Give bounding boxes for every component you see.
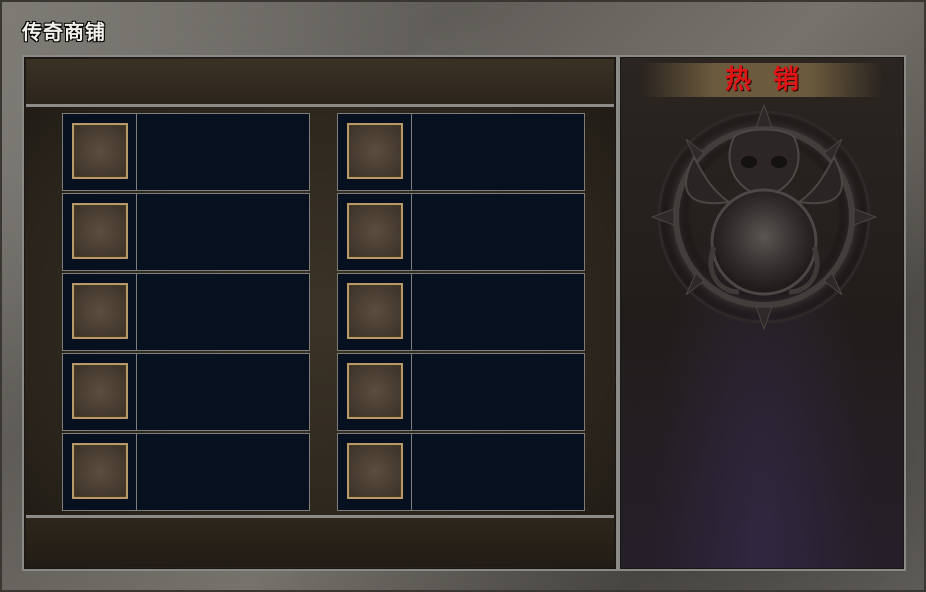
item-name xyxy=(412,114,584,190)
item-slot[interactable] xyxy=(72,363,128,419)
hot-sales-header: 热销 xyxy=(642,63,882,97)
item-icon-cell xyxy=(63,274,137,350)
item-name xyxy=(137,114,309,190)
item-icon-cell xyxy=(338,194,412,270)
shop-bottom-bar xyxy=(26,515,614,567)
hot-sales-title: 热销 xyxy=(724,65,821,95)
item-slot[interactable] xyxy=(347,283,403,339)
item-icon-cell xyxy=(338,434,412,510)
shop-item-row[interactable] xyxy=(337,433,585,511)
item-icon-cell xyxy=(338,354,412,430)
shop-items-panel xyxy=(22,55,618,571)
item-slot[interactable] xyxy=(72,283,128,339)
shop-item-row[interactable] xyxy=(62,273,310,351)
item-slot[interactable] xyxy=(347,123,403,179)
item-slot[interactable] xyxy=(347,363,403,419)
demon-skull-emblem-icon xyxy=(650,103,878,331)
item-name xyxy=(137,274,309,350)
item-name xyxy=(137,434,309,510)
item-name xyxy=(412,274,584,350)
shop-item-row[interactable] xyxy=(337,193,585,271)
item-name xyxy=(137,194,309,270)
shop-item-row[interactable] xyxy=(62,193,310,271)
item-name xyxy=(412,354,584,430)
shop-window: 传奇商铺 热销 xyxy=(0,0,926,592)
item-name xyxy=(412,194,584,270)
item-icon-cell xyxy=(338,274,412,350)
item-icon-cell xyxy=(338,114,412,190)
item-name xyxy=(412,434,584,510)
item-slot[interactable] xyxy=(72,203,128,259)
item-slot[interactable] xyxy=(347,203,403,259)
item-icon-cell xyxy=(63,354,137,430)
shop-item-grid xyxy=(24,57,616,569)
item-icon-cell xyxy=(63,194,137,270)
item-icon-cell xyxy=(63,114,137,190)
item-slot[interactable] xyxy=(72,123,128,179)
shop-item-row[interactable] xyxy=(337,353,585,431)
shop-item-row[interactable] xyxy=(337,273,585,351)
shop-item-row[interactable] xyxy=(62,113,310,191)
item-slot[interactable] xyxy=(72,443,128,499)
item-icon-cell xyxy=(63,434,137,510)
item-slot[interactable] xyxy=(347,443,403,499)
shop-item-row[interactable] xyxy=(337,113,585,191)
window-title: 传奇商铺 xyxy=(22,20,106,44)
shop-item-row[interactable] xyxy=(62,353,310,431)
item-name xyxy=(137,354,309,430)
shop-item-row[interactable] xyxy=(62,433,310,511)
hot-sales-panel: 热销 xyxy=(618,55,906,571)
